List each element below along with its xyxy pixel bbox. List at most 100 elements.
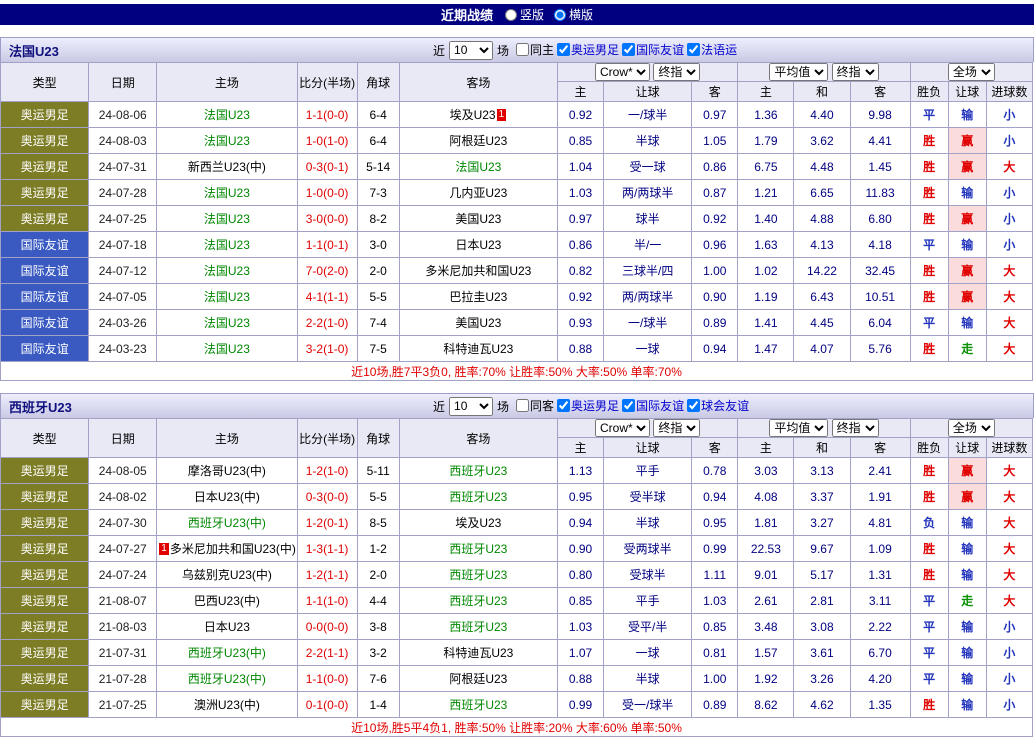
- team-name[interactable]: 埃及U23: [455, 516, 501, 530]
- team-name[interactable]: 法国U23: [204, 290, 250, 304]
- odds-value: 14.22: [793, 257, 851, 284]
- corner-score: 3-8: [356, 613, 400, 640]
- team-name[interactable]: 西班牙U23: [449, 698, 507, 712]
- layout-option-horizontal[interactable]: 横版: [554, 6, 593, 23]
- page-title: 近期战绩: [440, 8, 493, 23]
- odds-time-select[interactable]: 终指: [653, 419, 701, 437]
- odds-value: 4.48: [793, 153, 851, 180]
- team-name[interactable]: 科特迪瓦U23: [443, 342, 513, 356]
- match-score: 1-0(0-0): [296, 179, 358, 206]
- team-name[interactable]: 法国U23: [204, 134, 250, 148]
- odds-value: 0.94: [556, 509, 605, 536]
- team-name[interactable]: 几内亚U23: [449, 186, 507, 200]
- team-name[interactable]: 西班牙U23: [449, 620, 507, 634]
- away-team-cell: 日本U23: [398, 231, 559, 258]
- match-count-select[interactable]: 10: [449, 40, 494, 60]
- vertical-label: 竖版: [519, 8, 544, 22]
- team-name[interactable]: 澳洲U23(中): [194, 698, 260, 712]
- odds-value: 0.87: [691, 179, 739, 206]
- layout-option-vertical[interactable]: 竖版: [504, 6, 544, 23]
- filter-checkbox[interactable]: 国际友谊: [622, 41, 684, 58]
- odds-value: 1.91: [849, 483, 911, 510]
- team-name[interactable]: 阿根廷U23: [449, 134, 507, 148]
- average-time-select[interactable]: 终指: [831, 419, 879, 437]
- match-type-cell: 奥运男足: [0, 179, 90, 206]
- team-name[interactable]: 美国U23: [455, 212, 501, 226]
- checkbox-input[interactable]: [622, 399, 636, 412]
- team-name[interactable]: 日本U23: [455, 238, 501, 252]
- team-name[interactable]: 西班牙U23(中): [188, 646, 266, 660]
- checkbox-input[interactable]: [557, 43, 571, 56]
- bookmaker-select[interactable]: Crow*: [594, 63, 650, 81]
- match-date: 21-07-31: [88, 639, 158, 666]
- result-handicap: 赢: [947, 153, 987, 180]
- team-name[interactable]: 西班牙U23: [449, 490, 507, 504]
- filter-checkbox[interactable]: 同客: [516, 397, 554, 414]
- team-name[interactable]: 多米尼加共和国U23: [425, 264, 531, 278]
- checkbox-input[interactable]: [557, 399, 571, 412]
- filter-checkbox[interactable]: 同主: [516, 41, 554, 58]
- team-name[interactable]: 阿根廷U23: [449, 672, 507, 686]
- filter-checkbox[interactable]: 球会友谊: [687, 397, 749, 414]
- handicap-line: 半球: [603, 127, 693, 154]
- scope-select[interactable]: 全场: [947, 63, 995, 81]
- corner-score: 4-4: [356, 587, 400, 614]
- match-count-select[interactable]: 10: [449, 396, 494, 416]
- away-team-cell: 埃及U23 1: [398, 101, 559, 128]
- filter-checkbox[interactable]: 法语运: [687, 41, 737, 58]
- average-select[interactable]: 平均值: [769, 419, 829, 437]
- team-name[interactable]: 法国U23: [204, 316, 250, 330]
- checkbox-input[interactable]: [687, 399, 701, 412]
- team-name[interactable]: 西班牙U23: [449, 568, 507, 582]
- team-name[interactable]: 法国U23: [455, 160, 501, 174]
- team-name[interactable]: 西班牙U23: [449, 594, 507, 608]
- team-name[interactable]: 法国U23: [204, 342, 250, 356]
- match-row: 奥运男足 21-07-31 西班牙U23(中) 2-2(1-1) 3-2 科特迪瓦U23 1…: [0, 639, 1034, 666]
- team-name[interactable]: 法国U23: [204, 108, 250, 122]
- team-name[interactable]: 美国U23: [455, 316, 501, 330]
- col-avg-draw: 和: [793, 81, 851, 102]
- col-score: 比分(半场): [296, 62, 358, 102]
- scope-select[interactable]: 全场: [947, 419, 995, 437]
- result-outcome: 平: [909, 665, 949, 692]
- team-name[interactable]: 科特迪瓦U23: [443, 646, 513, 660]
- average-time-select[interactable]: 终指: [831, 63, 879, 81]
- horizontal-radio[interactable]: [554, 8, 566, 21]
- team-name[interactable]: 法国U23: [204, 212, 250, 226]
- checkbox-input[interactable]: [687, 43, 701, 56]
- team-name[interactable]: 乌兹别克U23(中): [182, 568, 272, 582]
- col-avg-away: 客: [849, 437, 911, 458]
- filter-checkbox[interactable]: 奥运男足: [557, 41, 619, 58]
- result-outcome: 胜: [909, 535, 949, 562]
- team-name[interactable]: 日本U23(中): [194, 490, 260, 504]
- checkbox-input[interactable]: [622, 43, 636, 56]
- team-name[interactable]: 西班牙U23: [449, 542, 507, 556]
- team-name[interactable]: 西班牙U23: [449, 464, 507, 478]
- average-select[interactable]: 平均值: [769, 63, 829, 81]
- team-name[interactable]: 西班牙U23(中): [188, 672, 266, 686]
- result-goals: 大: [985, 283, 1034, 310]
- note-badge: 1: [159, 543, 169, 555]
- team-name[interactable]: 埃及U23: [450, 108, 496, 122]
- filter-checkbox[interactable]: 奥运男足: [557, 397, 619, 414]
- team-name[interactable]: 日本U23: [204, 620, 250, 634]
- team-name[interactable]: 法国U23: [204, 186, 250, 200]
- away-team-cell: 科特迪瓦U23: [398, 335, 559, 362]
- away-team-cell: 阿根廷U23: [398, 127, 559, 154]
- team-name[interactable]: 西班牙U23(中): [188, 516, 266, 530]
- team-name[interactable]: 摩洛哥U23(中): [188, 464, 266, 478]
- odds-value: 0.99: [556, 691, 605, 718]
- bookmaker-select[interactable]: Crow*: [594, 419, 650, 437]
- team-name[interactable]: 巴西U23(中): [194, 594, 260, 608]
- odds-value: 1.03: [556, 613, 605, 640]
- checkbox-input[interactable]: [516, 399, 530, 412]
- vertical-radio[interactable]: [504, 8, 517, 21]
- team-name[interactable]: 巴拉圭U23: [449, 290, 507, 304]
- team-name[interactable]: 法国U23: [204, 264, 250, 278]
- team-name[interactable]: 新西兰U23(中): [188, 160, 266, 174]
- filter-checkbox[interactable]: 国际友谊: [622, 397, 684, 414]
- checkbox-input[interactable]: [516, 43, 530, 56]
- team-name[interactable]: 多米尼加共和国U23(中): [170, 542, 296, 556]
- odds-time-select[interactable]: 终指: [653, 63, 701, 81]
- team-name[interactable]: 法国U23: [204, 238, 250, 252]
